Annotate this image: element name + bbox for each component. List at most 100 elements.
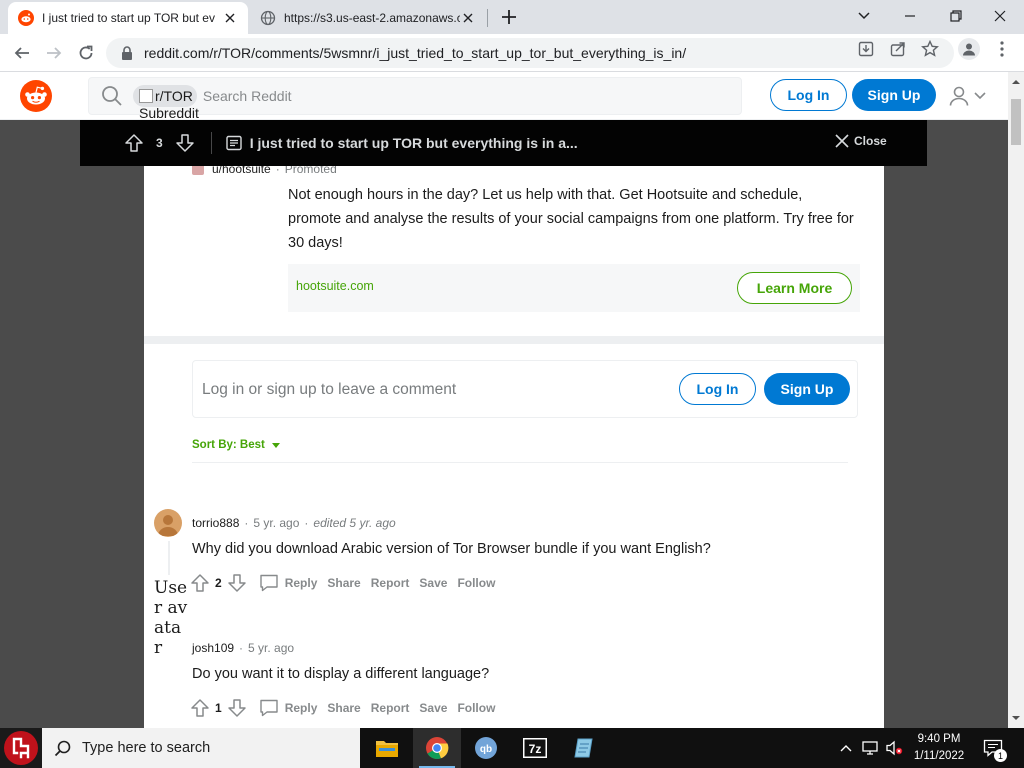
comment-downvote-icon[interactable] — [225, 571, 249, 595]
save-button[interactable]: Save — [419, 701, 447, 715]
comment-upvote-icon[interactable] — [188, 571, 212, 595]
post-vote-count: 3 — [156, 136, 163, 150]
comment-login-button[interactable]: Log In — [679, 373, 756, 405]
caret-down-icon — [271, 443, 280, 448]
follow-button[interactable]: Follow — [457, 701, 495, 715]
minimize-icon[interactable] — [898, 4, 922, 28]
tab-title: I just tried to start up TOR but ev — [42, 11, 215, 25]
reply-button[interactable]: Reply — [259, 574, 317, 592]
comment-meta: josh109 · 5 yr. ago — [192, 641, 295, 655]
comment-downvote-icon[interactable] — [225, 696, 249, 720]
browser-menu-kebab-icon[interactable] — [992, 39, 1012, 59]
reload-icon[interactable] — [74, 41, 98, 65]
ad-username[interactable]: u/hootsuite — [212, 166, 271, 176]
report-button[interactable]: Report — [371, 576, 410, 590]
reply-button[interactable]: Reply — [259, 699, 318, 717]
comment-actions: 2 Reply Share Report Save Follow — [188, 571, 495, 595]
scroll-up-arrow-icon[interactable] — [1012, 78, 1020, 86]
subreddit-filter-chip[interactable]: r/TOR Subreddit — [133, 85, 199, 121]
comment-age[interactable]: 5 yr. ago — [248, 641, 294, 655]
notification-count-badge: 1 — [994, 749, 1007, 762]
header-login-button[interactable]: Log In — [770, 79, 847, 111]
ad-link-panel[interactable]: hootsuite.com Learn More — [288, 264, 860, 312]
share-page-icon[interactable] — [888, 39, 908, 59]
follow-button[interactable]: Follow — [457, 576, 495, 590]
tab-search-chevron-icon[interactable] — [852, 4, 876, 28]
reddit-search-bar[interactable]: r/TOR Subreddit Search Reddit — [88, 77, 742, 121]
tray-overflow-chevron-icon[interactable] — [838, 728, 854, 768]
search-placeholder: Search Reddit — [202, 88, 292, 104]
comment-author[interactable]: josh109 — [192, 641, 234, 655]
user-dropdown-menu[interactable] — [948, 84, 988, 108]
forward-arrow-icon[interactable] — [42, 41, 66, 65]
ad-promoted-label: Promoted — [284, 166, 337, 176]
7zip-icon[interactable]: 7z — [511, 728, 559, 768]
section-divider — [144, 336, 884, 344]
bookmark-star-icon[interactable] — [920, 39, 940, 59]
sort-label: Sort By: Best — [192, 439, 265, 451]
post-content-panel: u/hootsuite · Promoted Not enough hours … — [144, 166, 884, 728]
post-top-bar: 3 I just tried to start up TOR but every… — [80, 120, 927, 166]
clock-time: 9:40 PM — [917, 733, 961, 745]
scroll-down-arrow-icon[interactable] — [1012, 714, 1020, 722]
notepad-icon[interactable] — [560, 728, 608, 768]
browser-tab-inactive[interactable]: https://s3.us-east-2.amazonaws.c — [250, 2, 486, 34]
tab-close-icon[interactable] — [222, 10, 238, 26]
taskbar-clock[interactable]: 9:40 PM 1/11/2022 — [904, 731, 974, 765]
thread-line[interactable] — [168, 541, 170, 575]
start-button[interactable] — [0, 728, 42, 768]
ad-avatar — [192, 166, 204, 175]
learn-more-button[interactable]: Learn More — [737, 272, 852, 304]
user-icon — [949, 86, 969, 106]
taskbar-search-box[interactable]: Type here to search — [42, 728, 360, 768]
tab-close-icon[interactable] — [460, 10, 476, 26]
broken-user-avatar-image[interactable]: User avatar — [154, 578, 188, 658]
window-close-icon[interactable] — [988, 4, 1012, 28]
volume-muted-icon[interactable] — [884, 728, 904, 768]
address-bar[interactable]: reddit.com/r/TOR/comments/5wsmnr/i_just_… — [106, 38, 954, 68]
reddit-header: r/TOR Subreddit Search Reddit Log In Sig… — [0, 72, 1008, 121]
comment-prompt-text: Log in or sign up to leave a comment — [202, 381, 457, 398]
commenter-avatar[interactable] — [154, 509, 182, 537]
share-button[interactable]: Share — [327, 576, 360, 590]
sort-dropdown[interactable]: Sort By: Best — [192, 439, 281, 451]
report-button[interactable]: Report — [371, 701, 410, 715]
lock-icon — [122, 46, 132, 60]
comment-signup-button[interactable]: Sign Up — [764, 373, 850, 405]
install-app-icon[interactable] — [856, 39, 876, 59]
reply-label: Reply — [284, 701, 318, 715]
svg-text:qb: qb — [480, 744, 492, 755]
close-post-button[interactable]: Close — [834, 133, 887, 149]
notifications-icon[interactable]: 1 — [980, 728, 1007, 768]
upvote-arrow-icon[interactable] — [124, 133, 144, 153]
network-icon[interactable] — [860, 728, 880, 768]
browser-tab-active[interactable]: I just tried to start up TOR but ev — [8, 2, 248, 34]
chevron-down-icon — [974, 92, 986, 100]
profile-avatar-icon[interactable] — [958, 38, 980, 60]
save-button[interactable]: Save — [419, 576, 447, 590]
user-avatar-icon — [158, 515, 178, 536]
share-button[interactable]: Share — [327, 701, 360, 715]
file-explorer-icon[interactable] — [363, 728, 411, 768]
chrome-icon[interactable] — [413, 728, 461, 768]
comment-edited: edited 5 yr. ago — [313, 516, 396, 530]
restore-icon[interactable] — [944, 4, 968, 28]
comment-meta: torrio888 · 5 yr. ago · edited 5 yr. ago — [192, 516, 396, 530]
back-arrow-icon[interactable] — [10, 41, 34, 65]
ad-domain-link[interactable]: hootsuite.com — [296, 279, 374, 293]
ad-body-text: Not enough hours in the day? Let us help… — [288, 187, 854, 251]
comment-score: 1 — [215, 701, 222, 715]
sort-divider — [192, 462, 848, 463]
comment-author[interactable]: torrio888 — [192, 516, 239, 530]
qbittorrent-icon[interactable]: qb — [462, 728, 510, 768]
tab-title: https://s3.us-east-2.amazonaws.c — [284, 11, 460, 25]
comment-age[interactable]: 5 yr. ago — [253, 516, 299, 530]
reddit-logo-icon[interactable] — [20, 80, 52, 112]
comment-upvote-icon[interactable] — [188, 696, 212, 720]
search-icon — [54, 740, 71, 757]
header-signup-button[interactable]: Sign Up — [852, 79, 936, 111]
scroll-thumb[interactable] — [1011, 99, 1021, 145]
new-tab-plus-icon[interactable] — [499, 7, 519, 27]
page-scrollbar[interactable] — [1008, 72, 1024, 728]
downvote-arrow-icon[interactable] — [175, 133, 195, 153]
